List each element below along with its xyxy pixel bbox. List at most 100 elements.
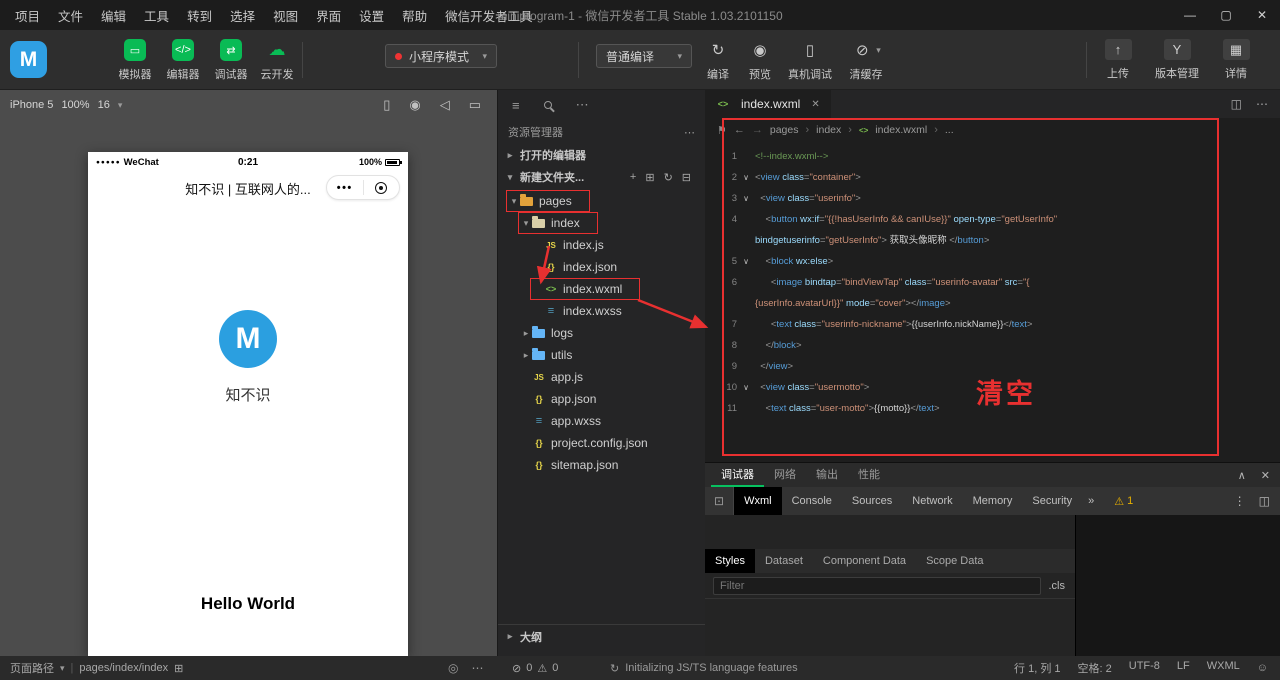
menubar-item[interactable]: 视图 [264,6,307,25]
tree-item-project.config.json[interactable]: {} project.config.json [498,432,705,454]
tab-index-wxml[interactable]: <> index.wxml ✕ [705,90,831,118]
debugger-tab-调试器[interactable]: 调试器 [711,463,764,487]
close-panel-icon[interactable]: ✕ [1261,469,1270,482]
compile-button[interactable]: ↻ 编译 [698,39,738,82]
devtools-tab-console[interactable]: Console [782,487,842,515]
element-picker-icon[interactable]: ⊡ [705,487,735,515]
remote-debug-button[interactable]: ▯ 真机调试 [782,39,838,82]
tree-item-index.json[interactable]: {} index.json [498,256,705,278]
style-tab-component-data[interactable]: Component Data [813,549,916,573]
compile-mode-select[interactable]: 普通编译 ▾ [596,44,692,68]
device-selector[interactable]: iPhone 5 100% 16 ▾ [10,99,122,111]
statusbar-item[interactable]: LF [1177,660,1190,676]
tree-item-index.js[interactable]: JS index.js [498,234,705,256]
fold-icon[interactable]: ∨ [737,188,755,209]
fold-icon[interactable]: ∨ [737,167,755,188]
style-tab-styles[interactable]: Styles [705,549,755,573]
cloud-dev-button[interactable]: ☁ 云开发 [254,39,300,82]
feedback-smiley-icon[interactable]: ☺ [1257,662,1268,674]
forward-icon[interactable]: → [752,124,763,136]
outline-section[interactable]: ▸ 大纲 [498,624,705,648]
menubar-item[interactable]: 转到 [178,6,221,25]
devtools-tab-wxml[interactable]: Wxml [734,487,782,515]
devtools-tab-memory[interactable]: Memory [963,487,1023,515]
chevron-down-icon[interactable]: ▾ [520,218,532,229]
tree-item-app.wxss[interactable]: ≡ app.wxss [498,410,705,432]
cls-toggle[interactable]: .cls [1049,580,1076,592]
tree-item-index[interactable]: ▾ index [498,212,705,234]
menubar-item[interactable]: 工具 [135,6,178,25]
menubar-item[interactable]: 编辑 [92,6,135,25]
more-icon[interactable]: ⋯ [471,661,483,675]
split-editor-icon[interactable]: ◫ [1231,97,1242,111]
fold-icon[interactable]: ∨ [737,377,755,398]
tree-item-index.wxml[interactable]: <> index.wxml [498,278,705,300]
tree-item-logs[interactable]: ▸ logs [498,322,705,344]
back-icon[interactable]: ← [734,124,745,136]
details-button[interactable]: ▦ 详情 [1214,39,1258,81]
close-target-icon[interactable] [364,181,400,194]
problems-indicator[interactable]: ⊘ 0 ⚠ 0 [512,656,558,680]
menubar-item[interactable]: 选择 [221,6,264,25]
menubar-item[interactable]: 界面 [307,6,350,25]
new-folder-icon[interactable]: ⊞ [645,171,654,184]
chevron-right-icon[interactable]: ▸ [520,328,532,339]
style-tab-dataset[interactable]: Dataset [755,549,813,573]
menubar-item[interactable]: 设置 [350,6,393,25]
tree-item-app.js[interactable]: JS app.js [498,366,705,388]
wechat-capsule[interactable]: ••• [326,175,400,200]
breadcrumb-item[interactable]: pages [770,124,799,136]
close-tab-icon[interactable]: ✕ [811,99,819,110]
tree-item-pages[interactable]: ▾ pages [498,190,705,212]
menubar-item[interactable]: 项目 [6,6,49,25]
statusbar-item[interactable]: 行 1, 列 1 [1014,660,1060,676]
bookmark-icon[interactable]: ⚑ [717,124,727,137]
more-dots-icon[interactable]: ••• [327,182,363,194]
kebab-menu-icon[interactable]: ⋮ [1234,494,1246,508]
console-icon[interactable]: ▭ [469,97,481,113]
open-editors-header[interactable]: ▸ 打开的编辑器 [498,144,705,166]
refresh-icon[interactable]: ↻ [664,171,673,184]
debugger-toggle-button[interactable]: ⇄ 调试器 [208,39,254,82]
collapse-icon[interactable]: ⊟ [682,171,691,184]
breadcrumb-item[interactable]: index [816,124,841,136]
tree-item-app.json[interactable]: {} app.json [498,388,705,410]
fold-icon[interactable]: ∨ [737,251,755,272]
devtools-tab-security[interactable]: Security [1022,487,1082,515]
minimize-button[interactable]: — [1172,0,1208,30]
version-manage-button[interactable]: Y 版本管理 [1146,39,1208,81]
record-icon[interactable]: ◉ [409,97,420,113]
preview-button[interactable]: ◉ 预览 [740,39,780,82]
breadcrumb-item[interactable]: index.wxml [875,124,927,136]
more-icon[interactable]: ⋯ [684,126,695,139]
warning-badge[interactable]: ⚠ 1 [1114,495,1133,508]
rotate-device-icon[interactable]: ▯ [383,97,390,113]
visibility-icon[interactable]: ◎ [448,661,458,675]
chevron-down-icon[interactable]: ▾ [508,196,520,207]
mute-icon[interactable]: ◁ [440,97,450,113]
page-path-selector[interactable]: 页面路径 ▾ | pages/index/index ⊞ [10,656,183,680]
tree-item-index.wxss[interactable]: ≡ index.wxss [498,300,705,322]
chevron-right-icon[interactable]: ▸ [520,350,532,361]
code-area[interactable]: 1 <!--index.wxml--> 2 ∨ <view class="contain… [705,146,1280,462]
debugger-tab-性能[interactable]: 性能 [848,463,890,487]
editor-toggle-button[interactable]: </> 编辑器 [160,39,206,82]
collapse-panel-icon[interactable]: ∧ [1238,469,1246,482]
search-icon[interactable] [543,101,552,109]
upload-button[interactable]: ↑ 上传 [1096,39,1140,81]
filter-input[interactable] [713,576,1041,595]
menubar-item[interactable]: 文件 [49,6,92,25]
open-external-icon[interactable]: ⊞ [174,662,183,675]
menubar-item[interactable]: 帮助 [393,6,436,25]
workspace-folder-header[interactable]: ▾ 新建文件夹... + ⊞ ↻ ⊟ [498,166,705,188]
devtools-tab-network[interactable]: Network [902,487,962,515]
mode-select[interactable]: 小程序模式 ▾ [385,44,497,68]
clear-cache-button[interactable]: ⊘ ▾ 清缓存 [840,39,892,82]
tree-item-sitemap.json[interactable]: {} sitemap.json [498,454,705,476]
devtools-tab-sources[interactable]: Sources [842,487,902,515]
simulator-toggle-button[interactable]: ▭ 模拟器 [112,39,158,82]
statusbar-item[interactable]: UTF-8 [1129,660,1160,676]
statusbar-item[interactable]: WXML [1207,660,1240,676]
new-file-icon[interactable]: + [630,171,636,184]
debugger-tab-网络[interactable]: 网络 [764,463,806,487]
